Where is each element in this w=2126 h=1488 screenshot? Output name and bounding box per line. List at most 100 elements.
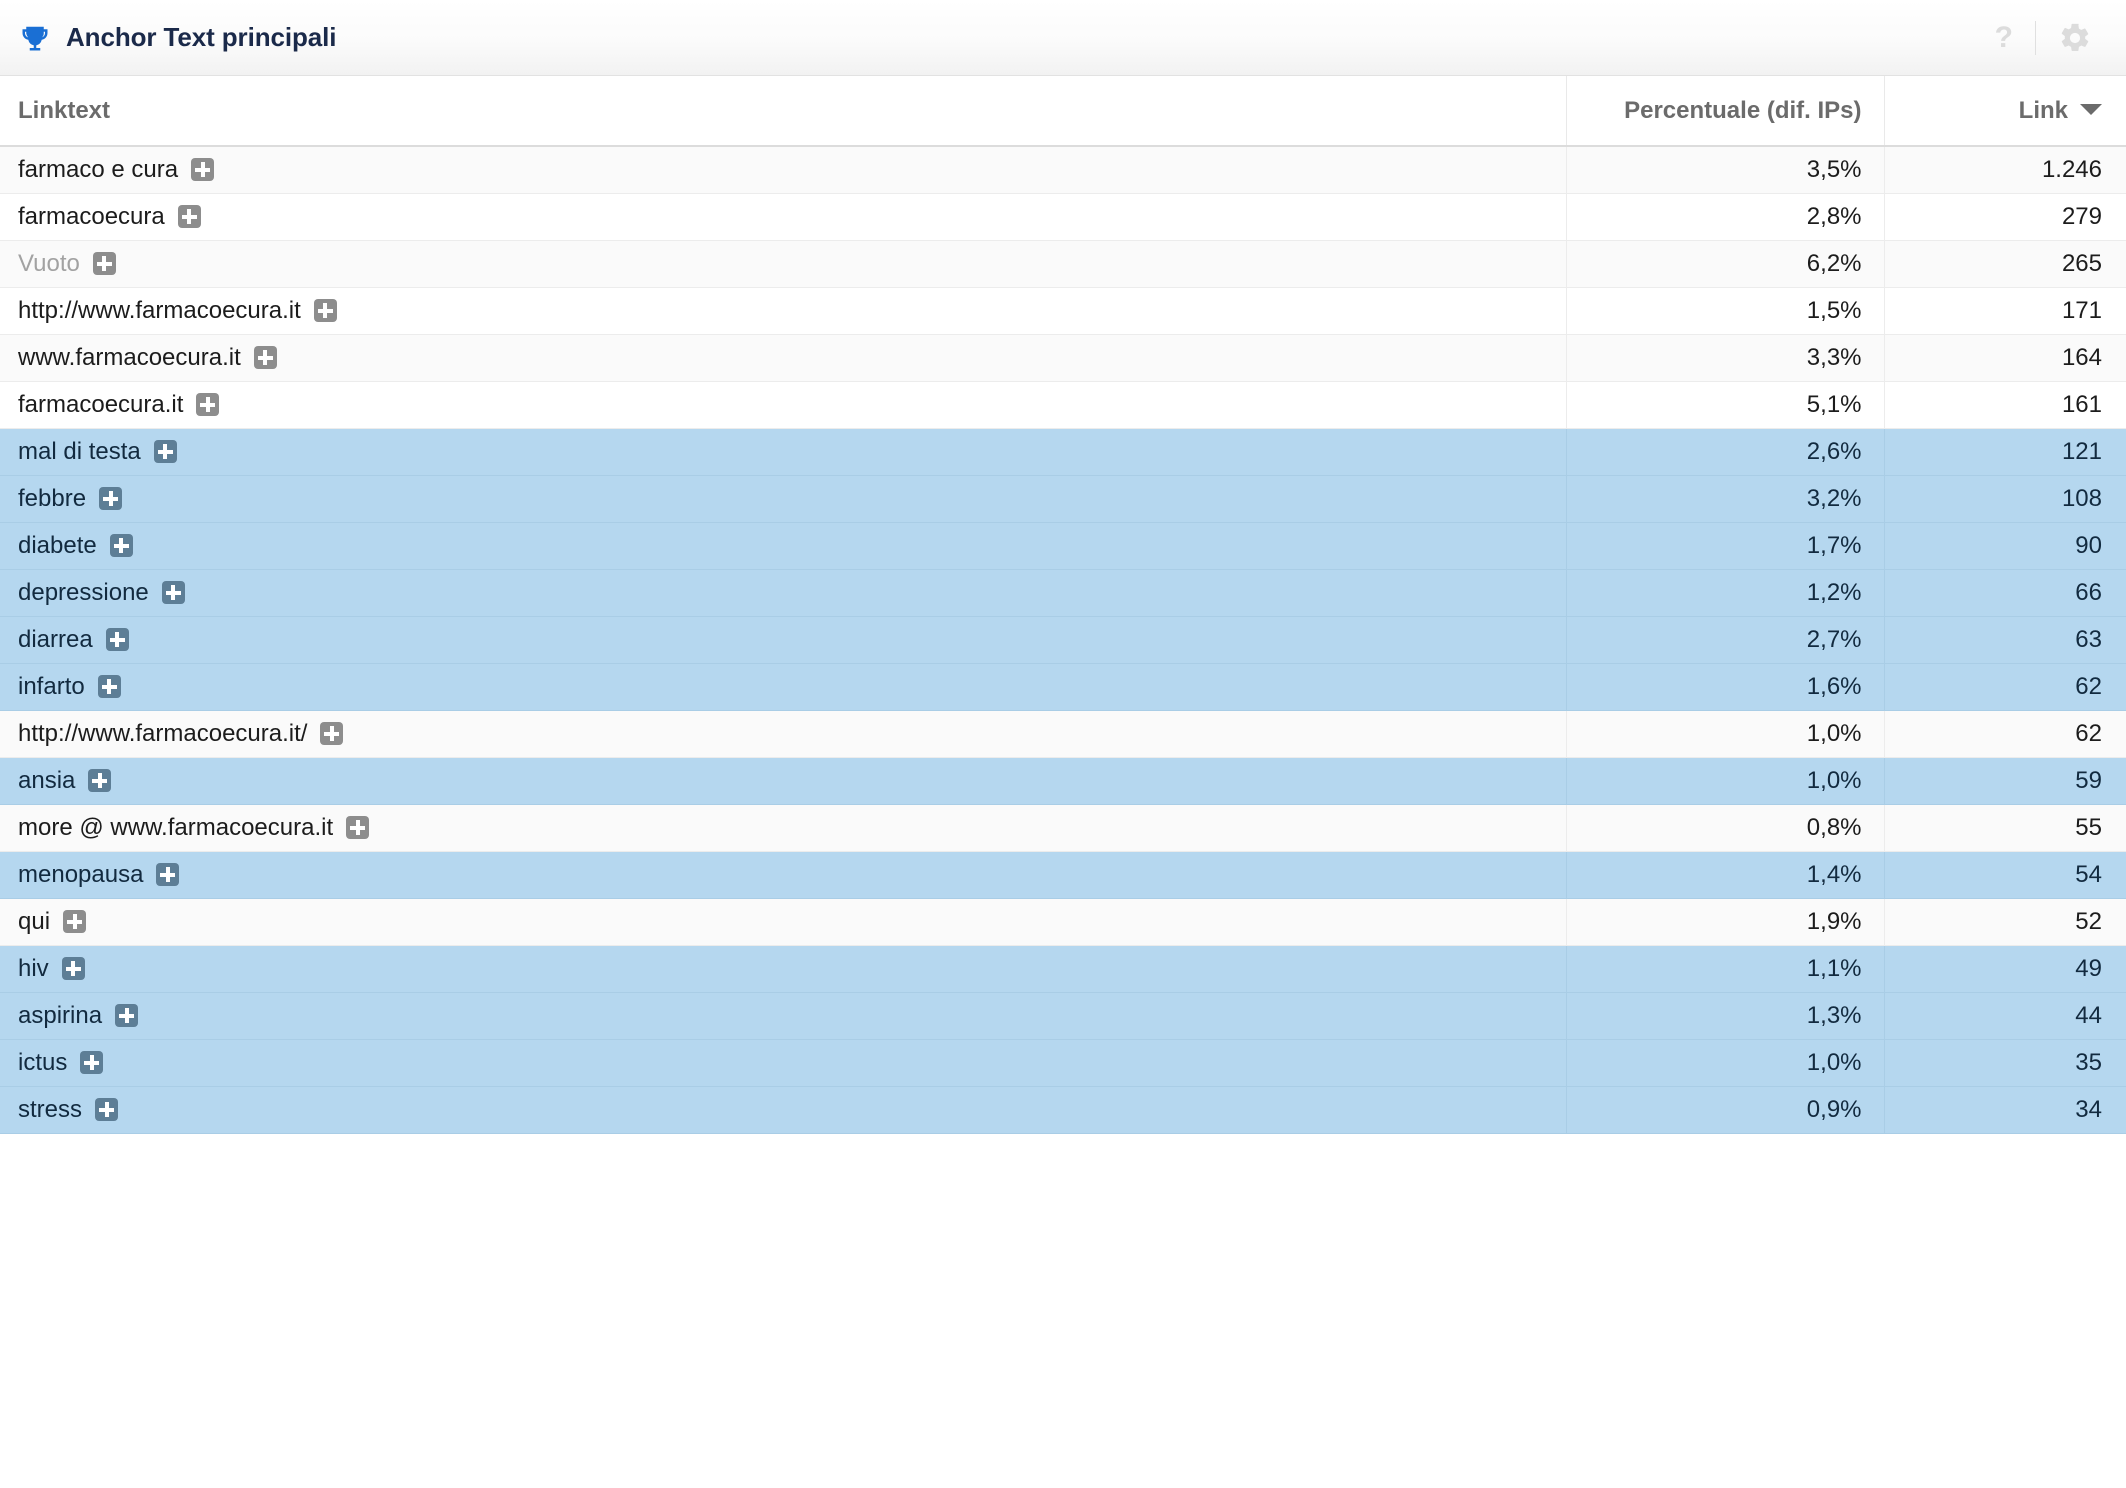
plus-square-icon[interactable]	[99, 487, 123, 510]
cell-percentuale: 1,2%	[1565, 569, 1884, 617]
plus-square-icon[interactable]	[177, 205, 201, 228]
linktext-cell-content: qui	[18, 909, 87, 934]
column-header-percentuale-label: Percentuale (dif. IPs)	[1624, 96, 1862, 124]
panel-header: Anchor Text principali ?	[0, 0, 2126, 76]
cell-link-count: 1.246	[1883, 146, 2126, 194]
plus-square-icon[interactable]	[320, 722, 344, 745]
linktext-label: menopausa	[18, 860, 144, 888]
table-row[interactable]: diarrea 2,7% 63	[0, 616, 2126, 664]
plus-square-icon[interactable]	[63, 910, 87, 933]
help-icon[interactable]: ?	[1973, 22, 2035, 53]
cell-linktext: infarto	[0, 663, 1566, 711]
table-row[interactable]: http://www.farmacoecura.it 1,5% 171	[0, 287, 2126, 335]
linktext-cell-content: ictus	[18, 1050, 104, 1075]
linktext-cell-content: ansia	[18, 768, 112, 793]
plus-square-icon[interactable]	[97, 675, 121, 698]
table-row[interactable]: stress 0,9% 34	[0, 1086, 2126, 1134]
table-row[interactable]: Vuoto 6,2% 265	[0, 240, 2126, 288]
cell-link-count: 161	[1883, 381, 2126, 429]
plus-square-icon[interactable]	[346, 816, 370, 839]
cell-link-count: 279	[1883, 193, 2126, 241]
cell-percentuale: 2,7%	[1565, 616, 1884, 664]
cell-linktext: ictus	[0, 1039, 1566, 1087]
table-row[interactable]: diabete 1,7% 90	[0, 522, 2126, 570]
cell-linktext: febbre	[0, 475, 1566, 523]
linktext-label: more @ www.farmacoecura.it	[18, 813, 334, 841]
column-header-link[interactable]: Link	[1883, 76, 2126, 147]
page-title: Anchor Text principali	[66, 22, 337, 52]
cell-link-count: 121	[1883, 428, 2126, 476]
table-row[interactable]: mal di testa 2,6% 121	[0, 428, 2126, 476]
table-row[interactable]: depressione 1,2% 66	[0, 569, 2126, 617]
linktext-label: aspirina	[18, 1001, 103, 1029]
table-row[interactable]: more @ www.farmacoecura.it 0,8% 55	[0, 804, 2126, 852]
table-row[interactable]: farmaco e cura 3,5% 1.246	[0, 146, 2126, 194]
column-header-link-label: Link	[2018, 96, 2068, 124]
cell-percentuale: 1,9%	[1565, 898, 1884, 946]
cell-percentuale: 0,9%	[1565, 1086, 1884, 1134]
linktext-cell-content: febbre	[18, 484, 123, 512]
plus-square-icon[interactable]	[196, 393, 220, 416]
cell-percentuale: 1,0%	[1565, 757, 1884, 805]
column-header-linktext-label: Linktext	[18, 96, 111, 124]
cell-linktext: aspirina	[0, 992, 1566, 1040]
cell-percentuale: 1,0%	[1565, 710, 1884, 758]
linktext-cell-content: farmacoecura.it	[18, 392, 220, 417]
linktext-label: farmaco e cura	[18, 155, 179, 183]
table-row[interactable]: infarto 1,6% 62	[0, 663, 2126, 711]
table-row[interactable]: farmacoecura.it 5,1% 161	[0, 381, 2126, 429]
cell-percentuale: 1,7%	[1565, 522, 1884, 570]
column-header-percentuale[interactable]: Percentuale (dif. IPs)	[1565, 76, 1884, 147]
plus-square-icon[interactable]	[95, 1098, 119, 1121]
table-row[interactable]: menopausa 1,4% 54	[0, 851, 2126, 899]
table-row[interactable]: http://www.farmacoecura.it/1,0% 62	[0, 710, 2126, 758]
cell-linktext: depressione	[0, 569, 1566, 617]
cell-percentuale: 2,8%	[1565, 193, 1884, 241]
column-header-linktext[interactable]: Linktext	[0, 76, 1566, 147]
cell-linktext: ansia	[0, 757, 1566, 805]
plus-square-icon[interactable]	[156, 863, 180, 886]
plus-square-icon[interactable]	[161, 581, 185, 604]
plus-square-icon[interactable]	[253, 346, 277, 369]
plus-square-icon[interactable]	[80, 1051, 104, 1074]
cell-percentuale: 0,8%	[1565, 804, 1884, 852]
table-row[interactable]: www.farmacoecura.it 3,3% 164	[0, 334, 2126, 382]
plus-square-icon[interactable]	[115, 1004, 139, 1027]
table-row[interactable]: hiv 1,1% 49	[0, 945, 2126, 993]
plus-square-icon[interactable]	[109, 534, 133, 557]
cell-linktext: qui	[0, 898, 1566, 946]
gear-icon[interactable]	[2036, 21, 2098, 55]
plus-square-icon[interactable]	[191, 158, 215, 182]
table-body: farmaco e cura 3,5% 1.246 farmacoecura 2,8% 2…	[0, 146, 2126, 1134]
linktext-label: hiv	[18, 954, 49, 982]
cell-linktext: farmacoecura	[0, 193, 1566, 241]
table-row[interactable]: ictus 1,0% 35	[0, 1039, 2126, 1087]
linktext-label: Vuoto	[18, 249, 80, 277]
plus-square-icon[interactable]	[313, 299, 337, 322]
table-row[interactable]: febbre 3,2% 108	[0, 475, 2126, 523]
cell-linktext: www.farmacoecura.it	[0, 334, 1566, 382]
cell-linktext: Vuoto	[0, 240, 1566, 288]
linktext-cell-content: depressione	[18, 580, 185, 605]
cell-linktext: diabete	[0, 522, 1566, 570]
cell-linktext: diarrea	[0, 616, 1566, 664]
plus-square-icon[interactable]	[61, 957, 85, 980]
plus-square-icon[interactable]	[153, 440, 177, 463]
plus-square-icon[interactable]	[105, 628, 129, 651]
cell-linktext: menopausa	[0, 851, 1566, 899]
linktext-cell-content: www.farmacoecura.it	[18, 345, 277, 370]
table-row[interactable]: qui 1,9% 52	[0, 898, 2126, 946]
linktext-label: febbre	[18, 484, 87, 512]
cell-linktext: http://www.farmacoecura.it/	[0, 710, 1566, 758]
plus-square-icon[interactable]	[92, 252, 116, 275]
table-row[interactable]: farmacoecura 2,8% 279	[0, 193, 2126, 241]
cell-linktext: farmaco e cura	[0, 146, 1566, 194]
table-row[interactable]: aspirina 1,3% 44	[0, 992, 2126, 1040]
cell-linktext: stress	[0, 1086, 1566, 1134]
cell-percentuale: 5,1%	[1565, 381, 1884, 429]
linktext-cell-content: infarto	[18, 674, 121, 699]
plus-square-icon[interactable]	[88, 769, 112, 792]
table-row[interactable]: ansia 1,0% 59	[0, 757, 2126, 805]
cell-percentuale: 3,5%	[1565, 146, 1884, 194]
linktext-label: mal di testa	[18, 437, 141, 465]
